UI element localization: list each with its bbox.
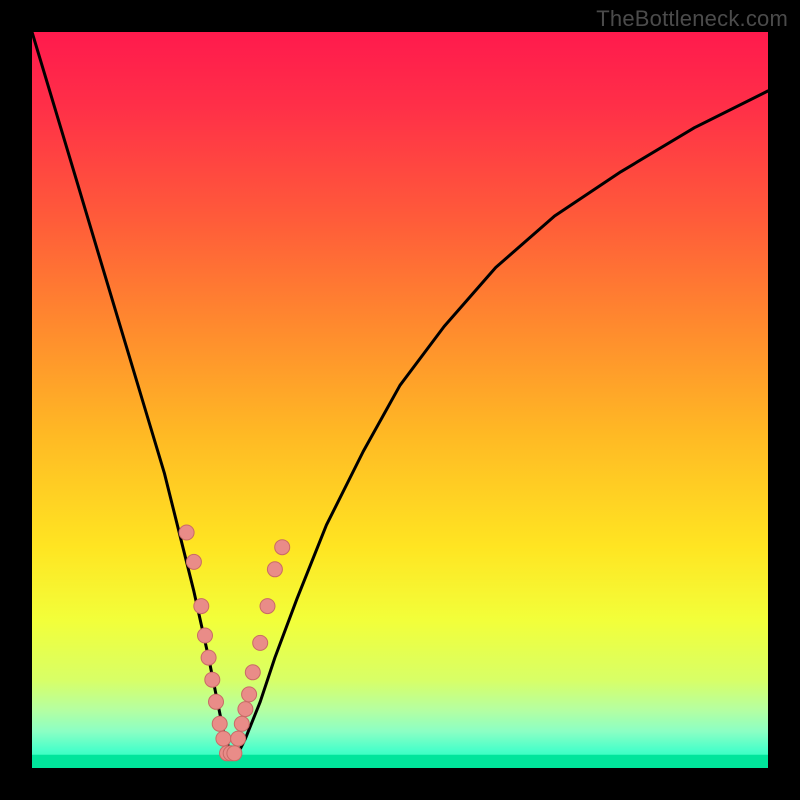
curve-marker — [245, 665, 260, 680]
curve-marker — [267, 562, 282, 577]
curve-marker — [231, 731, 246, 746]
curve-marker — [227, 746, 242, 761]
curve-marker — [253, 635, 268, 650]
curve-marker — [198, 628, 213, 643]
curve-marker — [209, 694, 224, 709]
bottom-green-band — [32, 755, 768, 768]
curve-marker — [212, 716, 227, 731]
curve-marker — [275, 540, 290, 555]
curve-marker — [205, 672, 220, 687]
curve-marker — [234, 716, 249, 731]
curve-marker — [179, 525, 194, 540]
chart-frame: TheBottleneck.com — [0, 0, 800, 800]
curve-marker — [216, 731, 231, 746]
curve-marker — [186, 554, 201, 569]
curve-marker — [238, 702, 253, 717]
watermark-label: TheBottleneck.com — [596, 6, 788, 32]
plot-svg — [32, 32, 768, 768]
curve-marker — [201, 650, 216, 665]
plot-area — [32, 32, 768, 768]
curve-marker — [194, 599, 209, 614]
curve-marker — [260, 599, 275, 614]
curve-marker — [242, 687, 257, 702]
